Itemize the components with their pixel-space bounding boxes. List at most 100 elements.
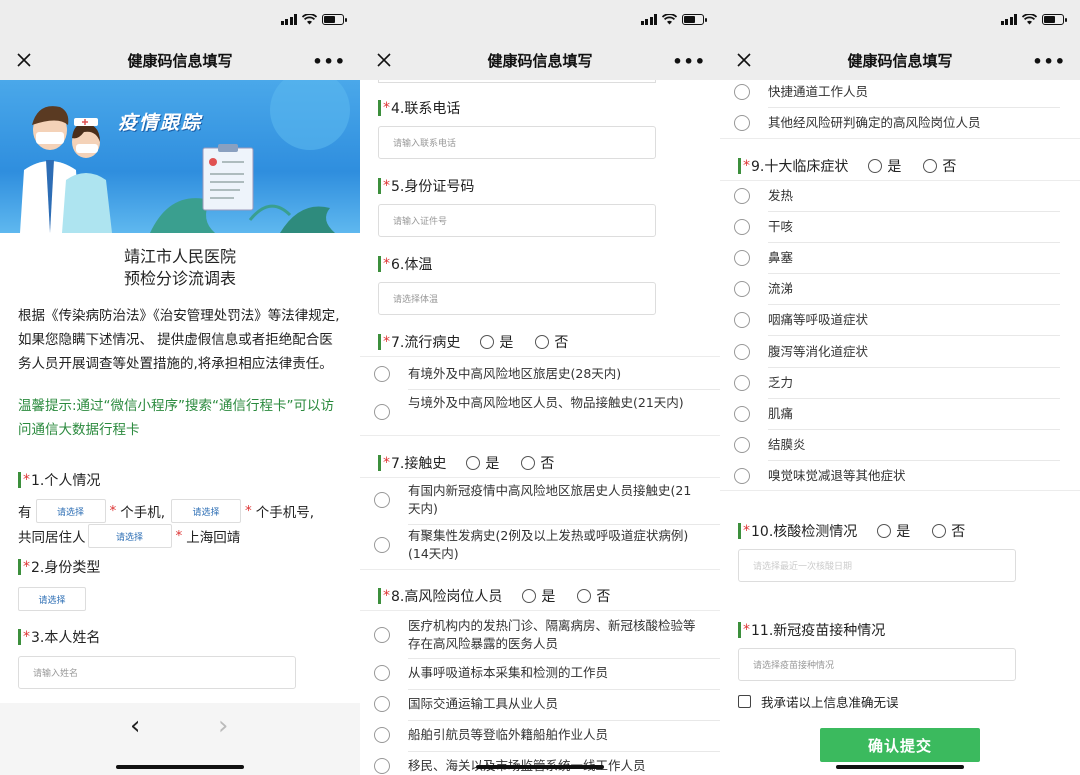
checkbox-icon[interactable] — [738, 695, 751, 708]
banner-title: 疫情跟踪 — [118, 112, 203, 134]
q8-heading: * 8.高风险岗位人员 是 否 — [378, 586, 610, 606]
hospital-name: 靖江市人民医院 预检分诊流调表 — [123, 247, 236, 288]
wifi-icon — [302, 14, 317, 25]
list-item[interactable]: 有境外及中高风险地区旅居史(28天内) — [360, 365, 720, 387]
nucleic-date-select[interactable]: 请选择最近一次核酸日期 — [738, 549, 1016, 582]
q7-epidemic-no[interactable]: 否 — [535, 332, 568, 352]
symptom-label: 干咳 — [768, 219, 794, 234]
radio-icon — [374, 366, 390, 382]
more-icon[interactable]: ••• — [312, 52, 346, 71]
radio-icon — [374, 696, 390, 712]
status-bar — [720, 0, 1080, 40]
q7-epidemic-yes[interactable]: 是 — [480, 332, 513, 352]
wifi-icon — [662, 14, 677, 25]
name-input[interactable]: 请输入姓名 — [18, 656, 296, 689]
radio-icon — [734, 312, 750, 328]
temperature-select[interactable]: 请选择体温 — [378, 282, 656, 315]
q2-heading: * 2.身份类型 — [18, 557, 100, 577]
radio-icon — [734, 468, 750, 484]
back-icon[interactable]: ‹ — [130, 711, 140, 741]
symptom-label: 流涕 — [768, 281, 794, 296]
radio-icon — [932, 524, 947, 538]
identity-type-select[interactable]: 请选择 — [18, 587, 86, 611]
radio-icon — [734, 250, 750, 266]
symptom-item[interactable]: 干咳 — [720, 218, 1080, 240]
page-title: 健康码信息填写 — [847, 51, 953, 70]
phone-count-select[interactable]: 请选择 — [35, 499, 106, 523]
symptom-item[interactable]: 结膜炎 — [720, 436, 1080, 458]
forward-icon[interactable]: › — [218, 711, 228, 741]
symptom-item[interactable]: 咽痛等呼吸道症状 — [720, 311, 1080, 333]
q7-contact-yes[interactable]: 是 — [466, 453, 499, 473]
q10-no[interactable]: 否 — [932, 521, 965, 541]
nav-bar: 健康码信息填写 ••• — [0, 40, 360, 80]
id-number-input[interactable]: 请输入证件号 — [378, 204, 656, 237]
q10-heading: * 10.核酸检测情况 是 否 — [738, 521, 965, 541]
radio-icon — [466, 456, 481, 470]
list-item[interactable]: 快捷通道工作人员 — [720, 83, 1080, 105]
more-icon[interactable]: ••• — [1032, 52, 1066, 71]
vaccine-select[interactable]: 请选择疫苗接种情况 — [738, 648, 1016, 681]
symptom-item[interactable]: 肌痛 — [720, 405, 1080, 427]
radio-icon — [734, 281, 750, 297]
symptom-item[interactable]: 嗅觉味觉减退等其他症状 — [720, 467, 1080, 489]
agree-checkbox-row[interactable]: 我承诺以上信息准确无误 — [738, 692, 899, 711]
radio-icon — [535, 335, 550, 349]
more-icon[interactable]: ••• — [672, 52, 706, 71]
radio-icon — [923, 159, 938, 173]
list-item[interactable]: 有聚集性发病史(2例及以上发热或呼吸道症状病例)(14天内) — [360, 527, 720, 567]
symptom-item[interactable]: 鼻塞 — [720, 249, 1080, 271]
radio-icon — [522, 589, 537, 603]
symptom-item[interactable]: 腹泻等消化道症状 — [720, 343, 1080, 365]
list-item[interactable]: 与境外及中高风险地区人员、物品接触史(21天内) — [360, 394, 720, 434]
symptom-item[interactable]: 乏力 — [720, 374, 1080, 396]
battery-icon — [322, 14, 347, 25]
phone-number-select[interactable]: 请选择 — [171, 499, 242, 523]
row-divider — [768, 211, 1060, 212]
q9-heading: * 9.十大临床症状 是 否 — [738, 156, 956, 176]
home-indicator — [836, 765, 964, 769]
battery-icon — [682, 14, 707, 25]
list-item[interactable]: 国际交通运输工具从业人员 — [360, 695, 720, 717]
q9-no[interactable]: 否 — [923, 156, 956, 176]
symptom-label: 腹泻等消化道症状 — [768, 344, 869, 359]
q9-yes[interactable]: 是 — [868, 156, 901, 176]
q8-yes[interactable]: 是 — [522, 586, 555, 606]
symptom-item[interactable]: 发热 — [720, 187, 1080, 209]
list-item[interactable]: 其他经风险研判确定的高风险岗位人员 — [720, 114, 1080, 136]
nav-bar: 健康码信息填写 ••• — [720, 40, 1080, 80]
q1-heading: * 1.个人情况 — [18, 470, 100, 490]
row-divider — [768, 367, 1060, 368]
radio-icon — [734, 406, 750, 422]
q4-heading: * 4.联系电话 — [378, 98, 460, 118]
close-icon[interactable] — [374, 50, 394, 70]
radio-icon — [521, 456, 536, 470]
phone-input[interactable]: 请输入联系电话 — [378, 126, 656, 159]
q1-line2: 共同居住人 请选择 * 上海回靖 — [18, 524, 240, 548]
q1-line1: 有 请选择 * 个手机, 请选择 * 个手机号, — [18, 499, 314, 523]
signal-icon — [280, 14, 297, 25]
wifi-icon — [1022, 14, 1037, 25]
list-item[interactable]: 医疗机构内的发热门诊、隔离病房、新冠核酸检验等存在高风险暴露的医务人员 — [360, 617, 720, 657]
submit-button[interactable]: 确认提交 — [820, 728, 980, 762]
browser-toolbar: ‹ › — [0, 703, 360, 775]
q10-yes[interactable]: 是 — [877, 521, 910, 541]
screen-3: 健康码信息填写 ••• 快捷通道工作人员 其他经风险研判确定的高风险岗位人员 *… — [720, 0, 1080, 775]
radio-icon — [374, 404, 390, 420]
list-item[interactable]: 船舶引航员等登临外籍船舶作业人员 — [360, 726, 720, 748]
list-item[interactable]: 从事呼吸道标本采集和检测的工作员 — [360, 664, 720, 686]
q7-contact-no[interactable]: 否 — [521, 453, 554, 473]
page-title: 健康码信息填写 — [487, 51, 593, 70]
radio-icon — [374, 627, 390, 643]
nav-bar: 健康码信息填写 ••• — [360, 40, 720, 80]
close-icon[interactable] — [734, 50, 754, 70]
battery-icon — [1042, 14, 1067, 25]
symptom-item[interactable]: 流涕 — [720, 280, 1080, 302]
close-icon[interactable] — [14, 50, 34, 70]
q3-heading: * 3.本人姓名 — [18, 627, 100, 647]
q8-no[interactable]: 否 — [577, 586, 610, 606]
cohabitant-select[interactable]: 请选择 — [87, 524, 172, 548]
doctor-illustration — [20, 80, 350, 233]
radio-icon — [868, 159, 883, 173]
list-item[interactable]: 有国内新冠疫情中高风险地区旅居史人员接触史(21天内) — [360, 482, 720, 522]
